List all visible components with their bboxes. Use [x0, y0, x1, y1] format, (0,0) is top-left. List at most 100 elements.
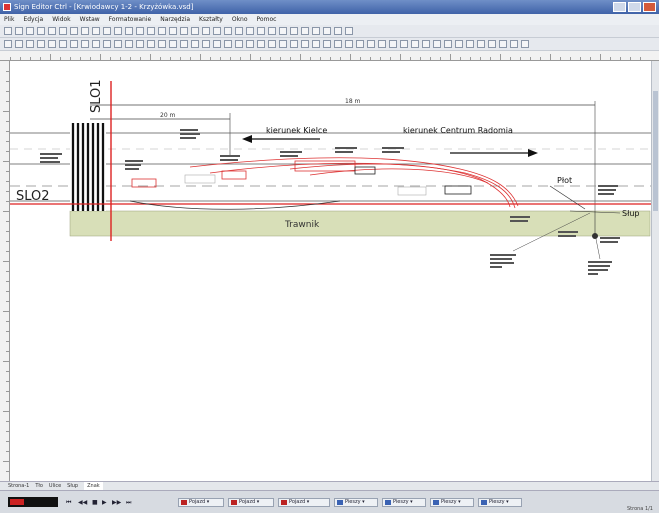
dropdown-pedestrian-3[interactable]: Pieszy ▾	[430, 498, 474, 507]
toolbar-button[interactable]	[279, 27, 287, 35]
menu-window[interactable]: Okno	[232, 14, 248, 25]
toolbar-button[interactable]	[169, 27, 177, 35]
toolbar-button[interactable]	[224, 40, 232, 48]
toolbar-button[interactable]	[334, 40, 342, 48]
toolbar-button[interactable]	[48, 40, 56, 48]
toolbar-button[interactable]	[400, 40, 408, 48]
rewind-icon[interactable]: ⏮	[66, 499, 71, 507]
toolbar-button[interactable]	[136, 40, 144, 48]
toolbar-button[interactable]	[246, 40, 254, 48]
toolbar-button[interactable]	[499, 40, 507, 48]
minimize-button[interactable]	[613, 2, 626, 12]
toolbar-button[interactable]	[411, 40, 419, 48]
toolbar-button[interactable]	[235, 27, 243, 35]
toolbar-button[interactable]	[26, 40, 34, 48]
toolbar-button[interactable]	[15, 27, 23, 35]
drawing-canvas[interactable]: 18 m 20 m Trawnik SLO1 SLO2 kierunek Kie…	[10, 61, 651, 481]
toolbar-button[interactable]	[81, 27, 89, 35]
toolbar-button[interactable]	[433, 40, 441, 48]
toolbar-button[interactable]	[323, 40, 331, 48]
tab-page-1[interactable]: Strona-1	[8, 482, 29, 490]
toolbar-button[interactable]	[312, 40, 320, 48]
toolbar-button[interactable]	[125, 40, 133, 48]
maximize-button[interactable]	[628, 2, 641, 12]
toolbar-button[interactable]	[114, 27, 122, 35]
menu-file[interactable]: Plik	[4, 14, 14, 25]
toolbar-button[interactable]	[301, 27, 309, 35]
toolbar-button[interactable]	[477, 40, 485, 48]
dropdown-vehicle-3[interactable]: Pojazd ▾	[278, 498, 330, 507]
toolbar-button[interactable]	[15, 40, 23, 48]
toolbar-button[interactable]	[466, 40, 474, 48]
toolbar-button[interactable]	[158, 27, 166, 35]
toolbar-button[interactable]	[158, 40, 166, 48]
toolbar-button[interactable]	[246, 27, 254, 35]
toolbar-button[interactable]	[191, 40, 199, 48]
toolbar-button[interactable]	[290, 40, 298, 48]
toolbar-button[interactable]	[103, 40, 111, 48]
toolbar-button[interactable]	[367, 40, 375, 48]
toolbar-button[interactable]	[37, 27, 45, 35]
toolbar-button[interactable]	[510, 40, 518, 48]
toolbar-button[interactable]	[103, 27, 111, 35]
toolbar-button[interactable]	[356, 40, 364, 48]
toolbar-button[interactable]	[268, 27, 276, 35]
toolbar-button[interactable]	[444, 40, 452, 48]
toolbar-button[interactable]	[147, 40, 155, 48]
tab-streets[interactable]: Ulice	[49, 482, 61, 490]
menu-view[interactable]: Widok	[52, 14, 70, 25]
close-button[interactable]	[643, 2, 656, 12]
menu-edit[interactable]: Edycja	[23, 14, 43, 25]
dropdown-pedestrian-2[interactable]: Pieszy ▾	[382, 498, 426, 507]
toolbar-button[interactable]	[345, 27, 353, 35]
dropdown-pedestrian-4[interactable]: Pieszy ▾	[478, 498, 522, 507]
toolbar-button[interactable]	[455, 40, 463, 48]
vertical-scrollbar[interactable]	[651, 61, 659, 481]
toolbar-button[interactable]	[4, 27, 12, 35]
play-icon[interactable]: ▶	[102, 499, 107, 506]
toolbar-button[interactable]	[70, 40, 78, 48]
toolbar-button[interactable]	[92, 40, 100, 48]
toolbar-button[interactable]	[125, 27, 133, 35]
toolbar-button[interactable]	[312, 27, 320, 35]
scrollbar-thumb[interactable]	[653, 91, 658, 211]
toolbar-button[interactable]	[180, 40, 188, 48]
dropdown-vehicle-1[interactable]: Pojazd ▾	[178, 498, 224, 507]
toolbar-button[interactable]	[70, 27, 78, 35]
toolbar-button[interactable]	[279, 40, 287, 48]
stop-icon[interactable]: ■	[92, 499, 98, 506]
menu-shapes[interactable]: Kształty	[199, 14, 223, 25]
toolbar-button[interactable]	[191, 27, 199, 35]
toolbar-button[interactable]	[257, 27, 265, 35]
toolbar-button[interactable]	[257, 40, 265, 48]
menu-help[interactable]: Pomoc	[257, 14, 277, 25]
toolbar-button[interactable]	[92, 27, 100, 35]
toolbar-button[interactable]	[180, 27, 188, 35]
fast-forward-icon[interactable]: ⏭	[126, 499, 131, 507]
toolbar-button[interactable]	[389, 40, 397, 48]
toolbar-button[interactable]	[301, 40, 309, 48]
toolbar-button[interactable]	[59, 40, 67, 48]
toolbar-button[interactable]	[59, 27, 67, 35]
toolbar-button[interactable]	[202, 40, 210, 48]
toolbar-button[interactable]	[334, 27, 342, 35]
toolbar-button[interactable]	[235, 40, 243, 48]
toolbar-button[interactable]	[213, 27, 221, 35]
tab-background[interactable]: Tło	[35, 482, 43, 490]
toolbar-button[interactable]	[4, 40, 12, 48]
toolbar-button[interactable]	[26, 27, 34, 35]
toolbar-button[interactable]	[48, 27, 56, 35]
toolbar-button[interactable]	[136, 27, 144, 35]
toolbar-button[interactable]	[488, 40, 496, 48]
dropdown-pedestrian-1[interactable]: Pieszy ▾	[334, 498, 378, 507]
tab-pole[interactable]: Słup	[67, 482, 78, 490]
toolbar-button[interactable]	[422, 40, 430, 48]
toolbar-button[interactable]	[169, 40, 177, 48]
toolbar-button[interactable]	[290, 27, 298, 35]
toolbar-button[interactable]	[37, 40, 45, 48]
menu-format[interactable]: Formatowanie	[109, 14, 152, 25]
tab-sign[interactable]: Znak	[84, 482, 103, 490]
step-forward-icon[interactable]: ▶▶	[112, 499, 121, 506]
menu-tools[interactable]: Narzędzia	[160, 14, 190, 25]
toolbar-button[interactable]	[114, 40, 122, 48]
